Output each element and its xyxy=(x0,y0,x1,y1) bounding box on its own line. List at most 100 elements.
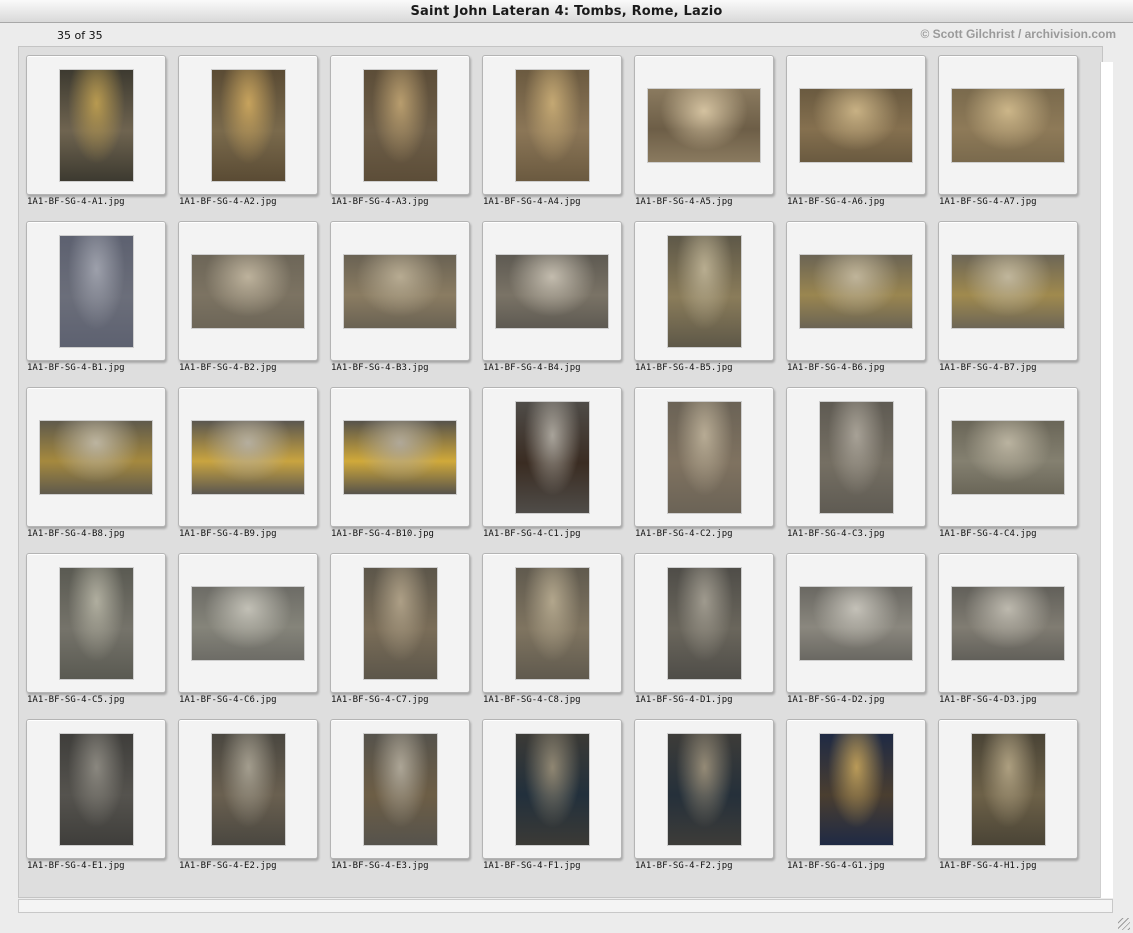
thumbnail-cell[interactable]: 1A1-BF-SG-4-C5.jpg xyxy=(19,545,171,705)
thumbnail-cell[interactable]: 1A1-BF-SG-4-A7.jpg xyxy=(931,47,1083,207)
thumbnail-cell[interactable]: 1A1-BF-SG-4-A1.jpg xyxy=(19,47,171,207)
slide-mount[interactable] xyxy=(634,221,774,361)
slide-mount[interactable] xyxy=(26,553,166,693)
thumbnail-cell[interactable]: 1A1-BF-SG-4-C1.jpg xyxy=(475,379,627,539)
photo-thumbnail[interactable] xyxy=(667,401,741,513)
slide-mount[interactable] xyxy=(786,55,926,195)
thumbnail-cell[interactable]: 1A1-BF-SG-4-C2.jpg xyxy=(627,379,779,539)
photo-thumbnail[interactable] xyxy=(192,420,304,494)
slide-mount[interactable] xyxy=(786,719,926,859)
photo-thumbnail[interactable] xyxy=(952,254,1064,328)
thumbnail-cell[interactable]: 1A1-BF-SG-4-B3.jpg xyxy=(323,213,475,373)
thumbnail-cell[interactable]: 1A1-BF-SG-4-A2.jpg xyxy=(171,47,323,207)
photo-thumbnail[interactable] xyxy=(192,254,304,328)
photo-thumbnail[interactable] xyxy=(515,401,589,513)
thumbnail-cell[interactable]: 1A1-BF-SG-4-A6.jpg xyxy=(779,47,931,207)
photo-thumbnail[interactable] xyxy=(648,88,760,162)
slide-mount[interactable] xyxy=(482,553,622,693)
thumbnail-cell[interactable]: 1A1-BF-SG-4-E2.jpg xyxy=(171,711,323,871)
slide-mount[interactable] xyxy=(938,55,1078,195)
thumbnail-cell[interactable]: 1A1-BF-SG-4-B6.jpg xyxy=(779,213,931,373)
slide-mount[interactable] xyxy=(330,55,470,195)
thumbnail-cell[interactable]: 1A1-BF-SG-4-F2.jpg xyxy=(627,711,779,871)
thumbnail-cell[interactable]: 1A1-BF-SG-4-B8.jpg xyxy=(19,379,171,539)
thumbnail-cell[interactable]: 1A1-BF-SG-4-E3.jpg xyxy=(323,711,475,871)
thumbnail-cell[interactable]: 1A1-BF-SG-4-B10.jpg xyxy=(323,379,475,539)
photo-thumbnail[interactable] xyxy=(363,733,437,845)
thumbnail-cell[interactable]: 1A1-BF-SG-4-B4.jpg xyxy=(475,213,627,373)
vertical-scrollbar[interactable] xyxy=(1100,62,1113,898)
photo-thumbnail[interactable] xyxy=(192,586,304,660)
photo-thumbnail[interactable] xyxy=(667,733,741,845)
photo-thumbnail[interactable] xyxy=(40,420,152,494)
photo-thumbnail[interactable] xyxy=(211,69,285,181)
thumbnail-cell[interactable]: 1A1-BF-SG-4-C7.jpg xyxy=(323,545,475,705)
slide-mount[interactable] xyxy=(482,387,622,527)
slide-mount[interactable] xyxy=(178,221,318,361)
photo-thumbnail[interactable] xyxy=(819,401,893,513)
photo-thumbnail[interactable] xyxy=(971,733,1045,845)
thumbnail-cell[interactable]: 1A1-BF-SG-4-B2.jpg xyxy=(171,213,323,373)
thumbnail-cell[interactable]: 1A1-BF-SG-4-D1.jpg xyxy=(627,545,779,705)
photo-thumbnail[interactable] xyxy=(363,69,437,181)
photo-thumbnail[interactable] xyxy=(800,254,912,328)
photo-thumbnail[interactable] xyxy=(819,733,893,845)
slide-mount[interactable] xyxy=(482,719,622,859)
photo-thumbnail[interactable] xyxy=(363,567,437,679)
thumbnail-cell[interactable]: 1A1-BF-SG-4-C3.jpg xyxy=(779,379,931,539)
photo-thumbnail[interactable] xyxy=(344,420,456,494)
slide-mount[interactable] xyxy=(786,553,926,693)
resize-grip-icon[interactable] xyxy=(1118,918,1130,930)
horizontal-scrollbar[interactable] xyxy=(18,899,1113,913)
thumbnail-cell[interactable]: 1A1-BF-SG-4-F1.jpg xyxy=(475,711,627,871)
slide-mount[interactable] xyxy=(26,55,166,195)
thumbnail-cell[interactable]: 1A1-BF-SG-4-D2.jpg xyxy=(779,545,931,705)
slide-mount[interactable] xyxy=(330,221,470,361)
thumbnail-cell[interactable]: 1A1-BF-SG-4-C4.jpg xyxy=(931,379,1083,539)
photo-thumbnail[interactable] xyxy=(59,733,133,845)
photo-thumbnail[interactable] xyxy=(800,586,912,660)
photo-thumbnail[interactable] xyxy=(952,586,1064,660)
slide-mount[interactable] xyxy=(634,387,774,527)
slide-mount[interactable] xyxy=(634,55,774,195)
slide-mount[interactable] xyxy=(634,553,774,693)
photo-thumbnail[interactable] xyxy=(496,254,608,328)
thumbnail-cell[interactable]: 1A1-BF-SG-4-H1.jpg xyxy=(931,711,1083,871)
photo-thumbnail[interactable] xyxy=(211,733,285,845)
slide-mount[interactable] xyxy=(178,719,318,859)
slide-mount[interactable] xyxy=(786,221,926,361)
thumbnail-cell[interactable]: 1A1-BF-SG-4-G1.jpg xyxy=(779,711,931,871)
slide-mount[interactable] xyxy=(26,719,166,859)
slide-mount[interactable] xyxy=(26,387,166,527)
photo-thumbnail[interactable] xyxy=(59,235,133,347)
slide-mount[interactable] xyxy=(482,55,622,195)
thumbnail-cell[interactable]: 1A1-BF-SG-4-C6.jpg xyxy=(171,545,323,705)
thumbnail-cell[interactable]: 1A1-BF-SG-4-B7.jpg xyxy=(931,213,1083,373)
photo-thumbnail[interactable] xyxy=(667,567,741,679)
photo-thumbnail[interactable] xyxy=(952,88,1064,162)
slide-mount[interactable] xyxy=(330,387,470,527)
slide-mount[interactable] xyxy=(482,221,622,361)
thumbnail-cell[interactable]: 1A1-BF-SG-4-D3.jpg xyxy=(931,545,1083,705)
slide-mount[interactable] xyxy=(178,55,318,195)
photo-thumbnail[interactable] xyxy=(515,567,589,679)
thumbnail-cell[interactable]: 1A1-BF-SG-4-C8.jpg xyxy=(475,545,627,705)
thumbnail-cell[interactable]: 1A1-BF-SG-4-A3.jpg xyxy=(323,47,475,207)
slide-mount[interactable] xyxy=(26,221,166,361)
photo-thumbnail[interactable] xyxy=(59,567,133,679)
photo-thumbnail[interactable] xyxy=(515,69,589,181)
thumbnail-cell[interactable]: 1A1-BF-SG-4-A4.jpg xyxy=(475,47,627,207)
slide-mount[interactable] xyxy=(938,221,1078,361)
slide-mount[interactable] xyxy=(634,719,774,859)
slide-mount[interactable] xyxy=(938,387,1078,527)
thumbnail-cell[interactable]: 1A1-BF-SG-4-A5.jpg xyxy=(627,47,779,207)
slide-mount[interactable] xyxy=(178,387,318,527)
thumbnail-cell[interactable]: 1A1-BF-SG-4-B1.jpg xyxy=(19,213,171,373)
slide-mount[interactable] xyxy=(330,553,470,693)
photo-thumbnail[interactable] xyxy=(667,235,741,347)
slide-mount[interactable] xyxy=(330,719,470,859)
photo-thumbnail[interactable] xyxy=(344,254,456,328)
slide-mount[interactable] xyxy=(938,553,1078,693)
photo-thumbnail[interactable] xyxy=(59,69,133,181)
photo-thumbnail[interactable] xyxy=(952,420,1064,494)
